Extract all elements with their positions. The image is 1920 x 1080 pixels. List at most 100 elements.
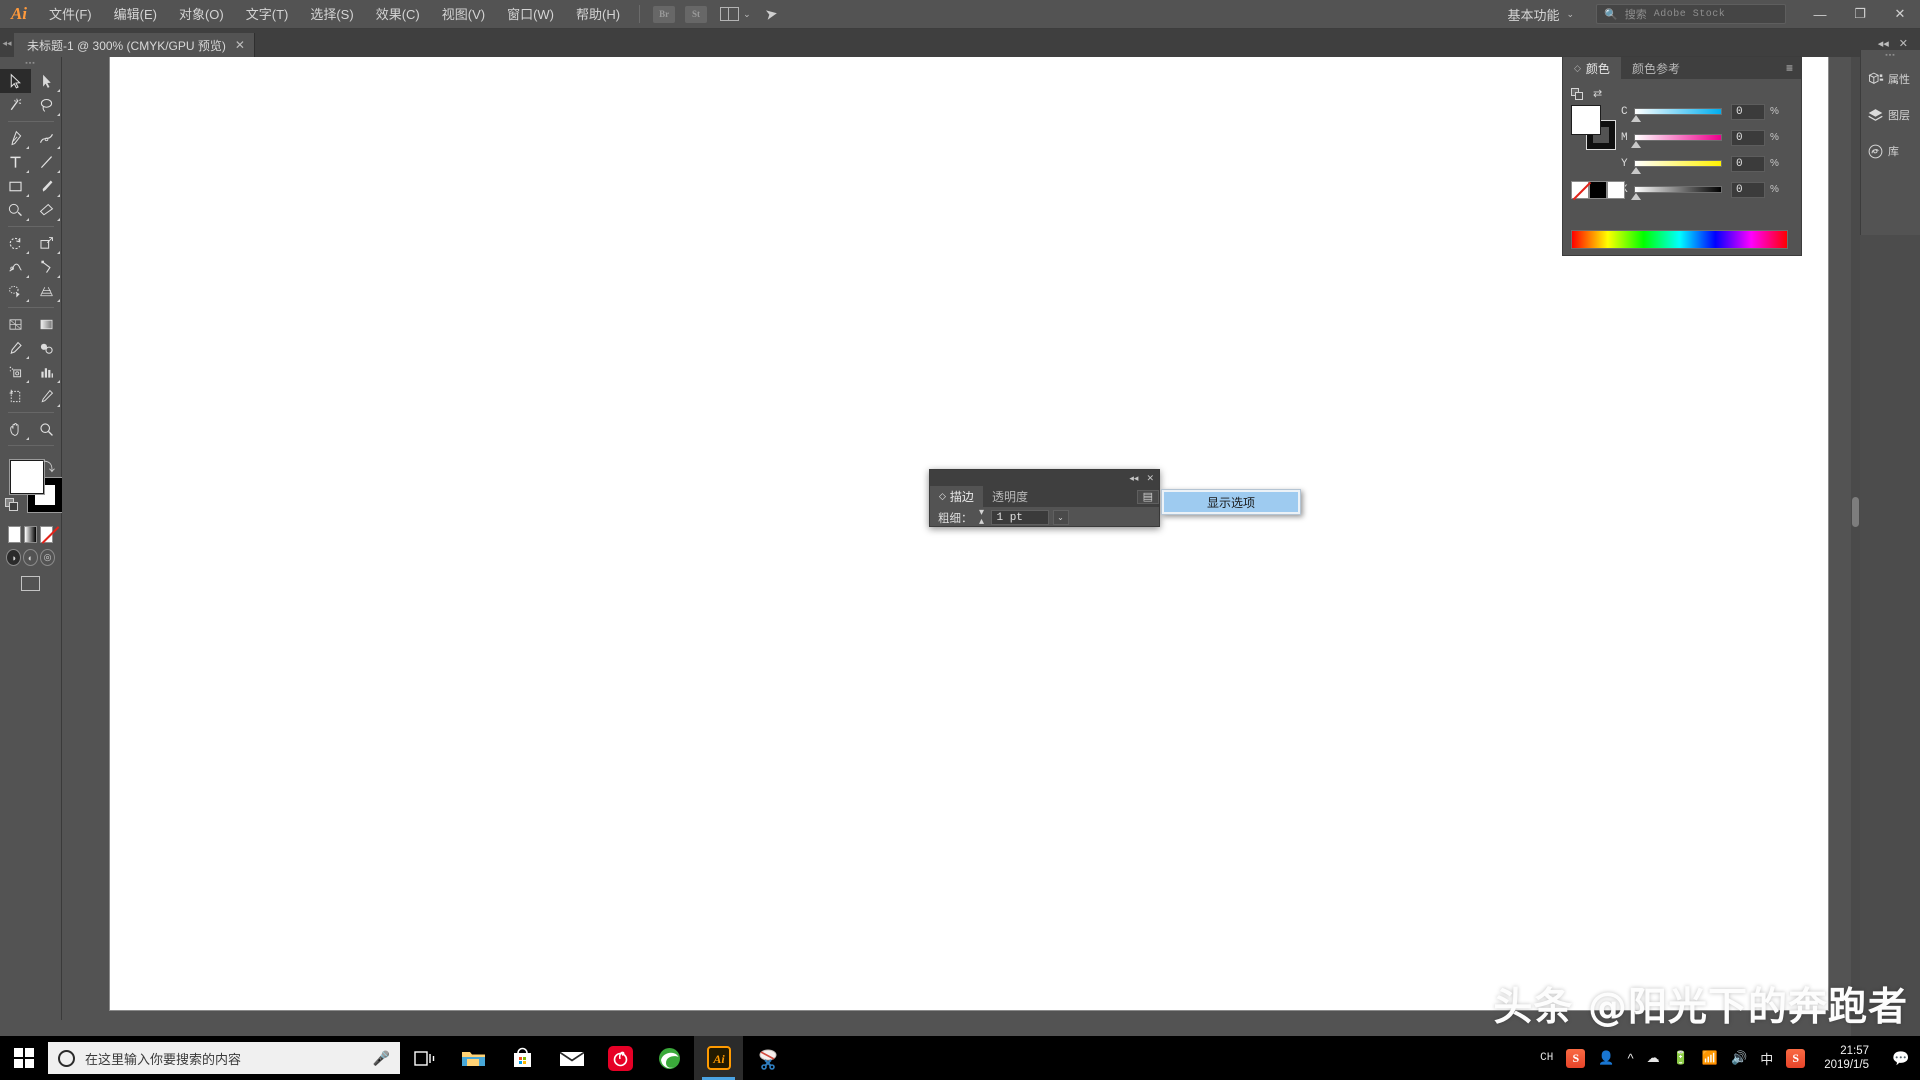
menu-file[interactable]: 文件(F) — [38, 0, 103, 29]
microphone-icon[interactable]: 🎤 — [373, 1050, 390, 1067]
ime-mode-label[interactable]: CH — [1540, 1052, 1553, 1064]
menu-select[interactable]: 选择(S) — [299, 0, 364, 29]
close-icon[interactable]: ✕ — [1146, 473, 1154, 484]
battery-icon[interactable]: 🔋 — [1673, 1050, 1689, 1066]
none-button[interactable] — [40, 526, 53, 543]
scrollbar-thumb[interactable] — [1852, 497, 1859, 527]
fill-color-swatch[interactable] — [10, 460, 44, 494]
sogou-ime-icon[interactable]: S — [1566, 1049, 1585, 1068]
restore-button[interactable]: ❐ — [1840, 0, 1880, 29]
scale-tool[interactable] — [31, 231, 62, 255]
edge-browser-icon[interactable] — [645, 1036, 694, 1080]
perspective-grid-tool[interactable] — [31, 279, 62, 303]
netease-music-icon[interactable] — [596, 1036, 645, 1080]
color-button[interactable] — [8, 526, 21, 543]
slider-value-y[interactable]: 0 — [1731, 156, 1765, 172]
dock-item-layers[interactable]: 图层 — [1861, 97, 1920, 133]
document-tab[interactable]: 未标题-1 @ 300% (CMYK/GPU 预览) ✕ — [14, 33, 255, 57]
illustrator-icon[interactable]: Ai — [694, 1036, 743, 1080]
right-dock-grip[interactable]: ▪▪▪ — [1861, 50, 1920, 61]
gradient-button[interactable] — [24, 526, 37, 543]
line-segment-tool[interactable] — [31, 150, 62, 174]
stroke-weight-dropdown-icon[interactable]: ⌄ — [1053, 510, 1069, 525]
screen-mode-button[interactable] — [21, 576, 40, 591]
slider-track-c[interactable] — [1634, 108, 1722, 115]
menu-view[interactable]: 视图(V) — [431, 0, 496, 29]
taskview-icon[interactable] — [400, 1036, 449, 1080]
snip-tool-icon[interactable] — [743, 1036, 792, 1080]
slider-value-c[interactable]: 0 — [1731, 104, 1765, 120]
magic-wand-tool[interactable] — [0, 93, 31, 117]
canvas-vertical-scrollbar[interactable] — [1851, 57, 1860, 1038]
chip-black-swatch[interactable] — [1589, 181, 1607, 199]
swap-fill-stroke-icon[interactable]: ⤵ — [43, 458, 55, 475]
color-panel-menu-icon[interactable]: ≡ — [1778, 57, 1801, 79]
fill-stroke-mini-icon[interactable] — [1571, 88, 1583, 100]
type-tool[interactable] — [0, 150, 31, 174]
slice-tool[interactable] — [31, 384, 62, 408]
free-transform-tool[interactable] — [31, 255, 62, 279]
pen-tool[interactable] — [0, 126, 31, 150]
tab-color-guide[interactable]: 颜色参考 — [1621, 57, 1691, 79]
stock-icon[interactable]: St — [685, 6, 707, 23]
arrange-documents-button[interactable]: ⌄ — [720, 7, 751, 21]
zoom-tool[interactable] — [31, 417, 62, 441]
menu-help[interactable]: 帮助(H) — [565, 0, 631, 29]
tools-panel-grip[interactable]: ▪▪▪ — [0, 57, 61, 69]
show-hidden-icons-chevron[interactable]: ^ — [1628, 1051, 1634, 1066]
close-button[interactable]: ✕ — [1880, 0, 1920, 29]
volume-icon[interactable]: 🔊 — [1731, 1050, 1747, 1066]
dock-collapse-icon[interactable]: ◂◂ — [0, 29, 14, 57]
color-panel-fill-swatch[interactable] — [1571, 105, 1601, 135]
tab-transparency[interactable]: 透明度 — [983, 486, 1037, 507]
slider-value-m[interactable]: 0 — [1731, 130, 1765, 146]
stroke-panel-menu-icon[interactable]: ▤ — [1137, 490, 1159, 504]
draw-normal-button[interactable]: ◑ — [6, 549, 21, 566]
tab-stroke[interactable]: ◇ 描边 — [930, 486, 983, 507]
file-explorer-icon[interactable] — [449, 1036, 498, 1080]
minimize-button[interactable]: — — [1800, 0, 1840, 29]
slider-track-y[interactable] — [1634, 160, 1722, 167]
menu-window[interactable]: 窗口(W) — [496, 0, 565, 29]
chip-white-swatch[interactable] — [1607, 181, 1625, 199]
direct-selection-tool[interactable] — [31, 69, 62, 93]
rectangle-tool[interactable] — [0, 174, 31, 198]
draw-inside-button[interactable]: ◎ — [40, 549, 55, 566]
onedrive-icon[interactable]: ☁ — [1647, 1050, 1660, 1066]
start-button[interactable] — [0, 1036, 48, 1080]
slider-value-k[interactable]: 0 — [1731, 182, 1765, 198]
selection-tool[interactable] — [0, 69, 31, 93]
width-tool[interactable] — [0, 255, 31, 279]
symbol-sprayer-tool[interactable] — [0, 360, 31, 384]
shape-builder-tool[interactable] — [0, 279, 31, 303]
hand-tool[interactable] — [0, 417, 31, 441]
dock-item-properties[interactable]: 属性 — [1861, 61, 1920, 97]
stroke-weight-input[interactable]: 1 pt — [991, 510, 1049, 525]
gradient-tool[interactable] — [31, 312, 62, 336]
collapse-icon[interactable]: ◂◂ — [1129, 473, 1138, 484]
eyedropper-tool[interactable] — [0, 336, 31, 360]
microsoft-store-icon[interactable] — [498, 1036, 547, 1080]
panel-close-icon[interactable]: ✕ — [1894, 37, 1913, 50]
color-spectrum-bar[interactable] — [1571, 230, 1788, 249]
paintbrush-tool[interactable] — [31, 174, 62, 198]
mail-icon[interactable] — [547, 1036, 596, 1080]
workspace-switcher[interactable]: 基本功能 ⌄ — [1497, 4, 1584, 25]
shaper-tool[interactable] — [0, 198, 31, 222]
lasso-tool[interactable] — [31, 93, 62, 117]
swap-colors-icon[interactable]: ⇄ — [1593, 87, 1602, 100]
blend-tool[interactable] — [31, 336, 62, 360]
bridge-icon[interactable]: Br — [653, 6, 675, 23]
people-icon[interactable]: 👤 — [1598, 1050, 1614, 1066]
taskbar-clock[interactable]: 21:57 2019/1/5 — [1818, 1044, 1875, 1073]
tab-color[interactable]: ◇ 颜色 — [1563, 57, 1621, 79]
draw-behind-button[interactable]: ◐ — [23, 549, 38, 566]
share-rocket-icon[interactable]: ➤ — [763, 4, 779, 24]
artboard-tool[interactable] — [0, 384, 31, 408]
chip-none-swatch[interactable] — [1571, 181, 1589, 199]
rotate-tool[interactable] — [0, 231, 31, 255]
column-graph-tool[interactable] — [31, 360, 62, 384]
stock-search-input[interactable]: 🔍 搜索 Adobe Stock — [1596, 4, 1786, 24]
slider-track-k[interactable] — [1634, 186, 1722, 193]
taskbar-search-input[interactable]: 在这里输入你要搜索的内容 🎤 — [48, 1042, 400, 1074]
